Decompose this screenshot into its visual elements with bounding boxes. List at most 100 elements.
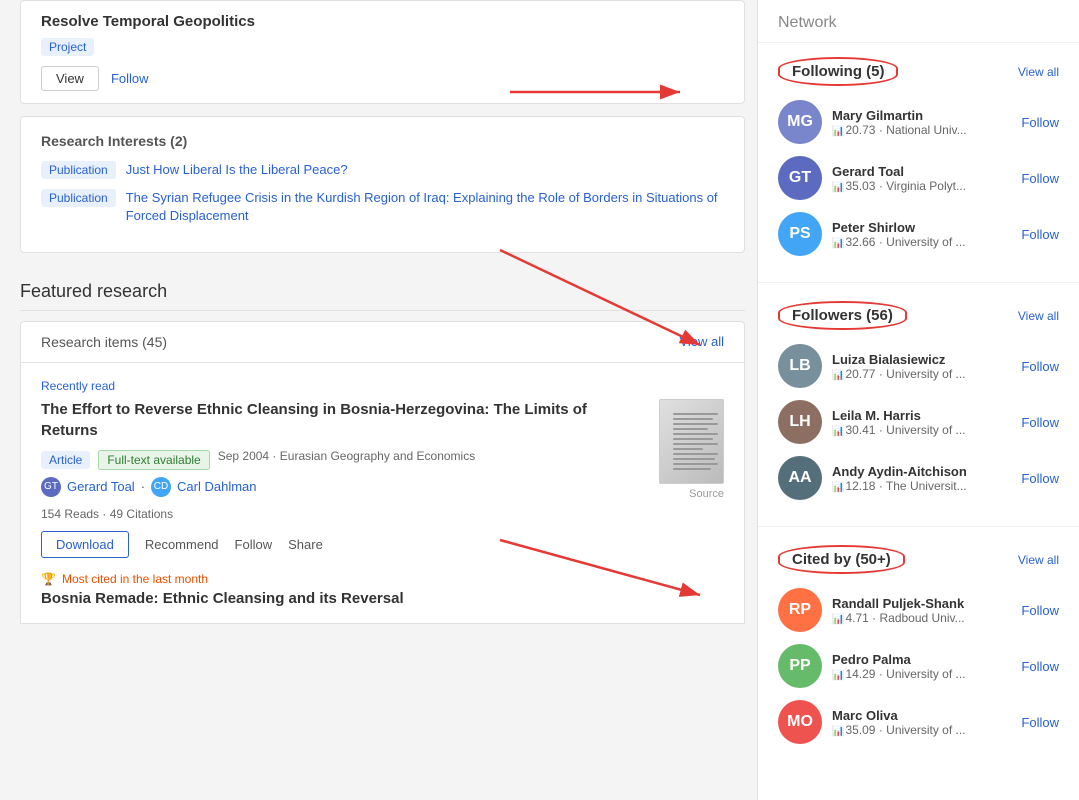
person-stat-andy: 📊12.18 · The Universit... [832,479,1011,493]
person-name-andy[interactable]: Andy Aydin-Aitchison [832,464,1011,479]
article-actions: Download Recommend Follow Share [41,531,724,558]
cited-by-section: Cited by (50+) View all RP Randall Pulje… [758,531,1079,766]
network-title: Network [758,0,1079,43]
recommend-button[interactable]: Recommend [145,537,219,552]
follow-marc-button[interactable]: Follow [1021,715,1059,730]
research-interests-title: Research Interests (2) [41,133,724,149]
project-title: Resolve Temporal Geopolitics [41,13,724,30]
featured-research-title: Featured research [20,265,745,311]
article-date-journal: Sep 2004 · Eurasian Geography and Econom… [218,449,476,463]
fulltext-tag: Full-text available [98,450,209,470]
article-tag: Article [41,451,90,469]
avatar-luiza: LB [778,344,822,388]
followers-person-1: LB Luiza Bialasiewicz 📊20.77 · Universit… [778,344,1059,388]
featured-research-section: Featured research Research items (45) Vi… [20,265,745,624]
avatar-andy: AA [778,456,822,500]
followers-person-3: AA Andy Aydin-Aitchison 📊12.18 · The Uni… [778,456,1059,500]
person-name-mary[interactable]: Mary Gilmartin [832,108,1011,123]
article-stats: 154 Reads · 49 Citations [41,507,724,521]
person-info-peter: Peter Shirlow 📊32.66 · University of ... [832,220,1011,249]
following-section: Following (5) View all MG Mary Gilmartin… [758,43,1079,278]
article-card: Recently read The Effort to Reverse Ethn… [20,363,745,624]
person-info-andy: Andy Aydin-Aitchison 📊12.18 · The Univer… [832,464,1011,493]
interest-item-2: Publication The Syrian Refugee Crisis in… [41,189,724,225]
follow-mary-button[interactable]: Follow [1021,115,1059,130]
following-title: Following (5) [778,57,898,86]
follow-pedro-button[interactable]: Follow [1021,659,1059,674]
avatar-peter: PS [778,212,822,256]
follow-button-article[interactable]: Follow [235,537,273,552]
person-name-leila[interactable]: Leila M. Harris [832,408,1011,423]
avatar-randall: RP [778,588,822,632]
interest-link-2[interactable]: The Syrian Refugee Crisis in the Kurdish… [126,189,724,225]
follow-luiza-button[interactable]: Follow [1021,359,1059,374]
person-stat-mary: 📊20.73 · National Univ... [832,123,1011,137]
cited-person-1: RP Randall Puljek-Shank 📊4.71 · Radboud … [778,588,1059,632]
most-cited-label: Most cited in the last month [62,572,208,586]
person-stat-peter: 📊32.66 · University of ... [832,235,1011,249]
cited-person-3: MO Marc Oliva 📊35.09 · University of ...… [778,700,1059,744]
follow-randall-button[interactable]: Follow [1021,603,1059,618]
share-button[interactable]: Share [288,537,323,552]
interest-link-1[interactable]: Just How Liberal Is the Liberal Peace? [126,161,348,179]
publication-tag-2: Publication [41,189,116,207]
view-button[interactable]: View [41,66,99,91]
interest-item-1: Publication Just How Liberal Is the Libe… [41,161,724,179]
person-stat-randall: 📊4.71 · Radboud Univ... [832,611,1011,625]
following-view-all[interactable]: View all [1018,65,1059,79]
person-stat-luiza: 📊20.77 · University of ... [832,367,1011,381]
person-info-pedro: Pedro Palma 📊14.29 · University of ... [832,652,1011,681]
followers-view-all[interactable]: View all [1018,309,1059,323]
person-name-pedro[interactable]: Pedro Palma [832,652,1011,667]
cited-by-view-all[interactable]: View all [1018,553,1059,567]
author-avatar-1: GT [41,477,61,497]
follow-gerard-button[interactable]: Follow [1021,171,1059,186]
article-thumbnail [659,399,724,484]
person-name-peter[interactable]: Peter Shirlow [832,220,1011,235]
followers-person-2: LH Leila M. Harris 📊30.41 · University o… [778,400,1059,444]
project-card: Resolve Temporal Geopolitics Project Vie… [20,0,745,104]
avatar-marc: MO [778,700,822,744]
person-stat-gerard: 📊35.03 · Virginia Polyt... [832,179,1011,193]
follow-peter-button[interactable]: Follow [1021,227,1059,242]
person-name-marc[interactable]: Marc Oliva [832,708,1011,723]
person-name-luiza[interactable]: Luiza Bialasiewicz [832,352,1011,367]
project-badge: Project [41,38,94,56]
view-all-research-link[interactable]: View all [679,334,724,349]
most-cited-row: 🏆 Most cited in the last month [41,572,724,586]
author-name-2[interactable]: Carl Dahlman [177,479,256,494]
followers-section: Followers (56) View all LB Luiza Bialasi… [758,287,1079,522]
avatar-pedro: PP [778,644,822,688]
recently-read-label: Recently read [41,379,724,393]
article-title: The Effort to Reverse Ethnic Cleansing i… [41,399,638,441]
followers-title: Followers (56) [778,301,907,330]
person-info-gerard: Gerard Toal 📊35.03 · Virginia Polyt... [832,164,1011,193]
following-person-1: MG Mary Gilmartin 📊20.73 · National Univ… [778,100,1059,144]
follow-button-project[interactable]: Follow [111,71,149,86]
person-info-mary: Mary Gilmartin 📊20.73 · National Univ... [832,108,1011,137]
author-avatar-2: CD [151,477,171,497]
right-panel: Network Following (5) View all MG Mary G… [757,0,1079,800]
avatar-leila: LH [778,400,822,444]
flame-icon: 🏆 [41,572,56,586]
publication-tag-1: Publication [41,161,116,179]
avatar-gerard: GT [778,156,822,200]
follow-andy-button[interactable]: Follow [1021,471,1059,486]
following-person-3: PS Peter Shirlow 📊32.66 · University of … [778,212,1059,256]
research-items-label: Research items (45) [41,334,167,350]
download-button[interactable]: Download [41,531,129,558]
follow-leila-button[interactable]: Follow [1021,415,1059,430]
person-stat-pedro: 📊14.29 · University of ... [832,667,1011,681]
avatar-mary: MG [778,100,822,144]
person-name-gerard[interactable]: Gerard Toal [832,164,1011,179]
source-label: Source [689,488,724,500]
person-name-randall[interactable]: Randall Puljek-Shank [832,596,1011,611]
cited-by-title: Cited by (50+) [778,545,905,574]
person-stat-leila: 📊30.41 · University of ... [832,423,1011,437]
most-cited-title[interactable]: Bosnia Remade: Ethnic Cleansing and its … [41,590,724,607]
author-name-1[interactable]: Gerard Toal [67,479,135,494]
cited-person-2: PP Pedro Palma 📊14.29 · University of ..… [778,644,1059,688]
author-row: GT Gerard Toal · CD Carl Dahlman [41,477,638,497]
research-items-header: Research items (45) View all [20,321,745,363]
author-separator: · [141,479,145,494]
